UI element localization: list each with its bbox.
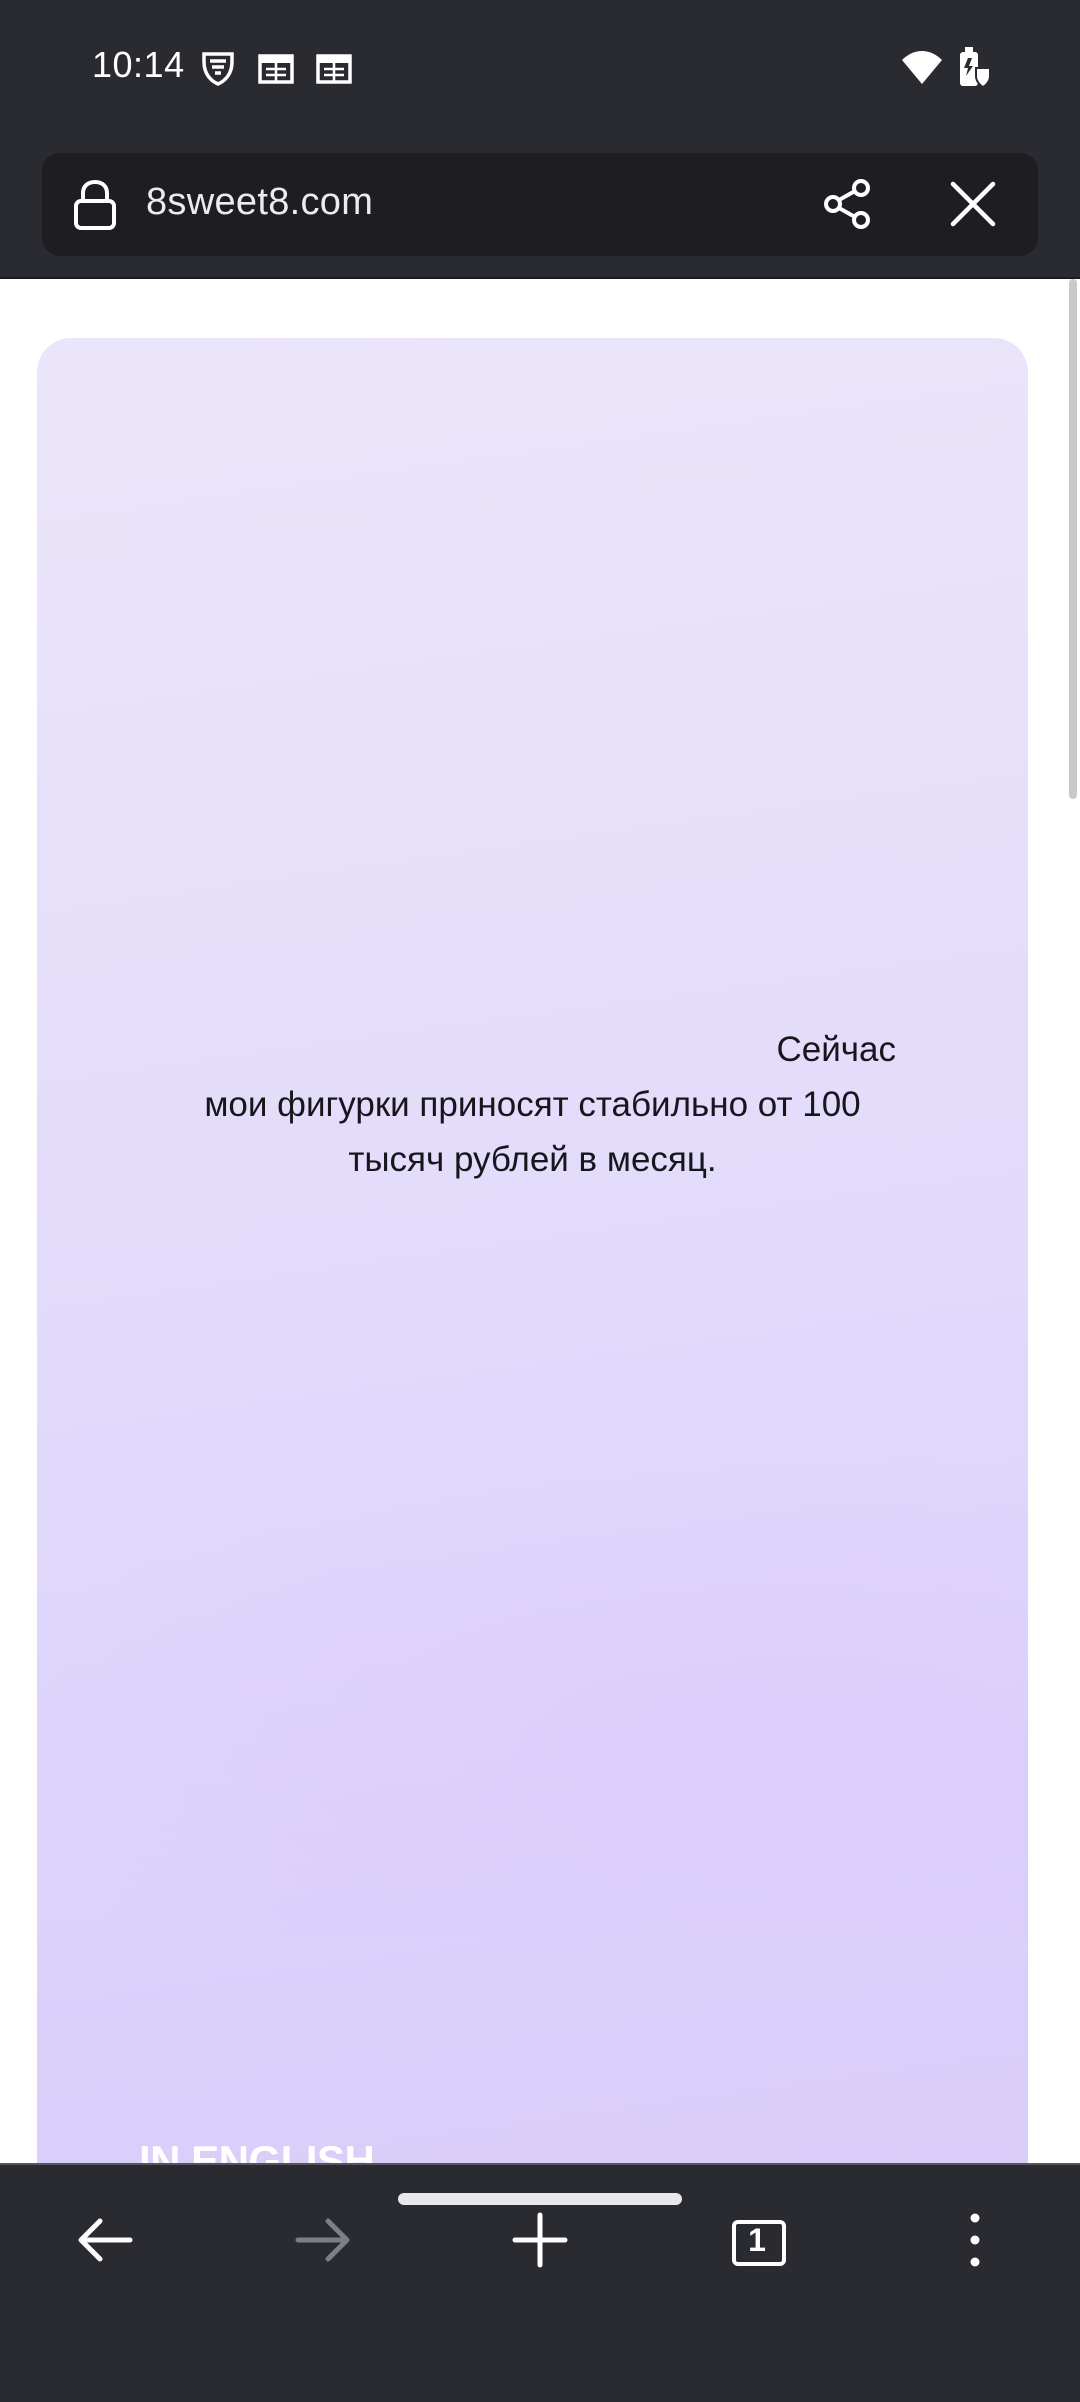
card-text-line: тысяч рублей в месяц. (348, 1140, 717, 1179)
new-tab-button[interactable] (505, 2205, 575, 2275)
card-text: Сейчас мои фигурки приносят стабильно от… (37, 1022, 1028, 1187)
url-text[interactable]: 8sweet8.com (146, 181, 373, 224)
close-icon[interactable] (948, 179, 998, 229)
language-switch-link[interactable]: IN ENGLISH (139, 2137, 375, 2163)
status-bar: 10:14 (0, 0, 1080, 140)
back-button[interactable] (70, 2205, 140, 2275)
wifi-icon (900, 48, 944, 88)
calendar-icon (256, 48, 296, 88)
more-options-button[interactable] (940, 2205, 1010, 2275)
home-indicator[interactable] (398, 2193, 682, 2205)
card-glow (37, 1438, 1028, 1938)
card-text-line: Сейчас (776, 1030, 897, 1069)
web-content[interactable]: Сейчас мои фигурки приносят стабильно от… (0, 279, 1080, 2163)
browser-header: 8sweet8.com (0, 140, 1080, 279)
battery-saver-icon (954, 44, 994, 90)
share-icon[interactable] (822, 178, 874, 230)
hero-card: Сейчас мои фигурки приносят стабильно от… (37, 338, 1028, 2163)
lock-icon[interactable] (72, 179, 118, 231)
url-bar[interactable]: 8sweet8.com (42, 153, 1038, 256)
scrollbar[interactable] (1069, 279, 1077, 799)
forward-button[interactable] (288, 2205, 358, 2275)
tab-count: 1 (748, 2221, 766, 2258)
vpn-shield-icon (198, 48, 238, 88)
calendar-icon (314, 48, 354, 88)
card-text-line: мои фигурки приносят стабильно от 100 (204, 1085, 861, 1124)
status-time: 10:14 (92, 44, 185, 85)
tab-switcher-button[interactable]: 1 (722, 2205, 792, 2275)
